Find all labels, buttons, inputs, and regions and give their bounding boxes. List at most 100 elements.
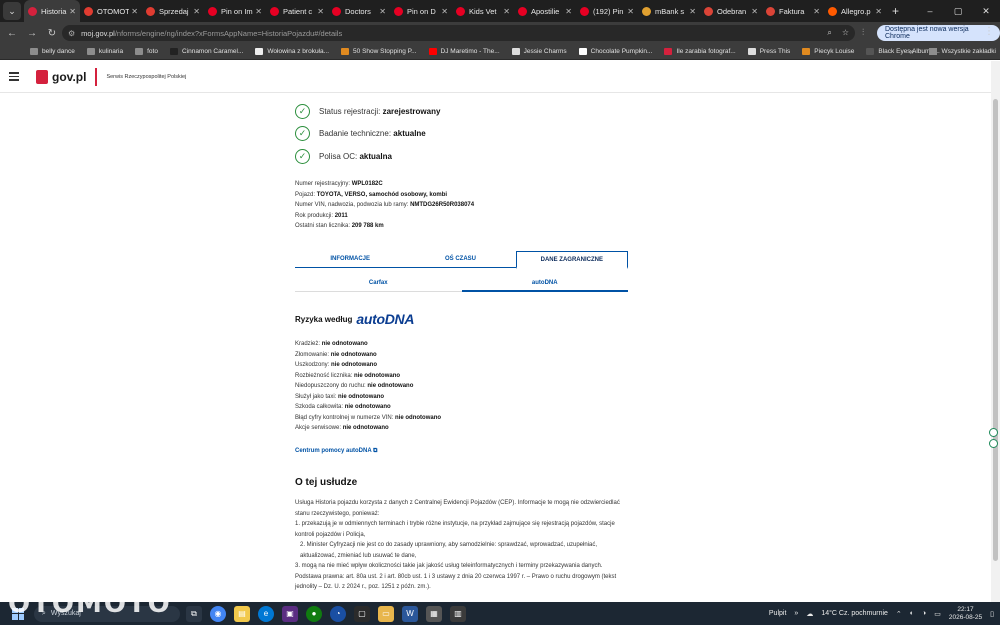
bookmark-item[interactable]: foto (135, 48, 158, 55)
file-explorer-icon[interactable]: ▤ (234, 605, 250, 622)
new-tab-button[interactable]: + (892, 4, 899, 18)
bookmark-item[interactable]: kulinaria (86, 48, 123, 55)
bookmark-item[interactable]: Ile zarabia fotograf... (664, 48, 736, 55)
app-icon[interactable]: ▣ (282, 605, 298, 622)
app-icon[interactable]: ▥ (450, 605, 466, 622)
tab-close-icon[interactable]: ✕ (131, 7, 138, 16)
risk-value: nie odnotowano (395, 414, 442, 421)
tab-search-button[interactable]: ⌄ (3, 2, 21, 20)
tab-close-icon[interactable]: ✕ (69, 7, 76, 16)
app-icon[interactable]: ▢ (354, 605, 370, 622)
tab-close-icon[interactable]: ✕ (379, 7, 386, 16)
autodna-help-link[interactable]: Centrum pomocy autoDNA ⧉ (295, 448, 377, 455)
browser-tab[interactable]: Apostilie ✕ (514, 0, 576, 22)
close-window-button[interactable]: ✕ (972, 6, 1000, 17)
back-arrow-icon[interactable]: ← (4, 28, 20, 39)
app-icon[interactable]: ◔ (330, 605, 346, 622)
widget-action-icon[interactable] (989, 439, 998, 448)
chrome-menu-icon[interactable]: ⋮ (984, 26, 994, 37)
tray-overflow-icon[interactable]: » (794, 610, 798, 617)
browser-tab[interactable]: Pin on D ✕ (390, 0, 452, 22)
app-icon[interactable]: ● (306, 605, 322, 622)
tab-close-icon[interactable]: ✕ (503, 7, 510, 16)
tray-chevron-icon[interactable]: ⌃ (896, 610, 902, 618)
tab-title: Doctors (345, 6, 371, 16)
network-icon[interactable]: ◐ (910, 610, 914, 617)
bookmark-item[interactable]: 50 Show Stopping P... (341, 48, 417, 55)
site-info-icon[interactable]: ⚙ (68, 29, 75, 38)
folder-icon[interactable]: ▭ (378, 605, 394, 622)
extensions-icon[interactable]: ⫶ (862, 27, 864, 38)
tab-close-icon[interactable]: ✕ (689, 7, 696, 16)
browser-tab[interactable]: Odebran ✕ (700, 0, 762, 22)
bookmark-item[interactable]: Piecyk Louise (802, 48, 854, 55)
chrome-icon[interactable]: ◉ (210, 605, 226, 622)
bookmark-item[interactable]: Jessie Charms (511, 48, 567, 55)
volume-icon[interactable]: ◑ (922, 610, 926, 617)
bookmark-item[interactable]: belly dance (30, 48, 75, 55)
browser-tab[interactable]: Faktura ✕ (762, 0, 824, 22)
tab-os-czasu[interactable]: OŚ CZASU (405, 251, 515, 267)
bookmark-item[interactable]: Wołowina z brokuła... (255, 48, 329, 55)
browser-tab[interactable]: Patient c ✕ (266, 0, 328, 22)
tab-close-icon[interactable]: ✕ (193, 7, 200, 16)
browser-tab[interactable]: Sprzedaj ✕ (142, 0, 204, 22)
bookmark-label: Piecyk Louise (814, 48, 855, 55)
browser-tab[interactable]: mBank s ✕ (638, 0, 700, 22)
menu-hamburger-icon[interactable] (9, 72, 19, 81)
tab-dane-zagraniczne[interactable]: DANE ZAGRANICZNE (515, 251, 628, 269)
bookmark-item[interactable]: DJ Maretimo - The... (428, 48, 500, 55)
minimize-button[interactable]: – (916, 6, 944, 16)
browser-tab[interactable]: Pin on Im ✕ (204, 0, 266, 22)
reload-icon[interactable]: ↻ (44, 28, 60, 39)
zoom-search-icon[interactable]: ⌕ (827, 28, 831, 38)
subtab-carfax[interactable]: Carfax (295, 275, 462, 292)
browser-tab[interactable]: Historia ✕ (24, 0, 80, 22)
tab-close-icon[interactable]: ✕ (875, 7, 882, 16)
browser-tab[interactable]: Doctors ✕ (328, 0, 390, 22)
page-scrollbar[interactable] (991, 61, 1000, 602)
risk-label: Złomowanie: (295, 351, 331, 358)
weather-text[interactable]: 14°C Cz. pochmurnie (821, 610, 888, 617)
bookmarks-overflow-button[interactable]: » (910, 47, 914, 56)
scrollbar-thumb[interactable] (993, 99, 998, 561)
notifications-icon[interactable]: ▯ (990, 610, 994, 618)
browser-tab[interactable]: OTOMOT ✕ (80, 0, 142, 22)
gov-logo[interactable]: gov.pl (36, 69, 86, 84)
address-bar[interactable]: ⚙ moj.gov.pl /nforms/engine/ng/index?xFo… (62, 25, 855, 41)
bookmark-star-icon[interactable]: ☆ (842, 28, 849, 38)
tab-close-icon[interactable]: ✕ (441, 7, 448, 16)
task-view-icon[interactable]: ⧉ (186, 605, 202, 622)
bookmark-item[interactable]: Press This (747, 48, 790, 55)
tab-informacje[interactable]: INFORMACJE (295, 251, 405, 267)
word-icon[interactable]: W (402, 605, 418, 622)
weather-icon[interactable]: ☁ (806, 610, 813, 618)
tab-title: Faktura (779, 6, 805, 16)
browser-tab[interactable]: Kids Vet ✕ (452, 0, 514, 22)
status-label: Polisa OC: (319, 152, 358, 161)
close-widget-icon[interactable] (989, 428, 998, 437)
forward-arrow-icon[interactable]: → (24, 28, 40, 39)
tab-close-icon[interactable]: ✕ (565, 7, 572, 16)
maximize-button[interactable]: ▢ (944, 6, 972, 17)
tab-close-icon[interactable]: ✕ (627, 7, 634, 16)
tab-close-icon[interactable]: ✕ (751, 7, 758, 16)
tab-close-icon[interactable]: ✕ (317, 7, 324, 16)
bookmark-item[interactable]: Cinnamon Caramel... (169, 48, 243, 55)
subtab-autodna[interactable]: autoDNA (461, 275, 628, 292)
browser-tab[interactable]: (192) Pin ✕ (576, 0, 638, 22)
edge-icon[interactable]: e (258, 605, 274, 622)
all-bookmarks-button[interactable]: Wszystkie zakładki (929, 48, 996, 55)
pulpit-label[interactable]: Pulpit (769, 610, 787, 617)
app-icon[interactable]: ▦ (426, 605, 442, 622)
tab-close-icon[interactable]: ✕ (813, 7, 820, 16)
side-floating-widget[interactable] (989, 428, 998, 450)
chrome-update-button[interactable]: Dostępna jest nowa wersja Chrome (877, 25, 1000, 41)
tab-close-icon[interactable]: ✕ (255, 7, 262, 16)
check-circle-icon: ✓ (295, 126, 310, 141)
browser-tab[interactable]: Allegro.p ✕ (824, 0, 886, 22)
clock-time: 22:17 (957, 605, 974, 613)
bookmark-item[interactable]: Chocolate Pumpkin... (578, 48, 652, 55)
clock[interactable]: 22:17 2026-08-25 (949, 606, 982, 622)
battery-icon[interactable]: ▭ (934, 610, 941, 618)
